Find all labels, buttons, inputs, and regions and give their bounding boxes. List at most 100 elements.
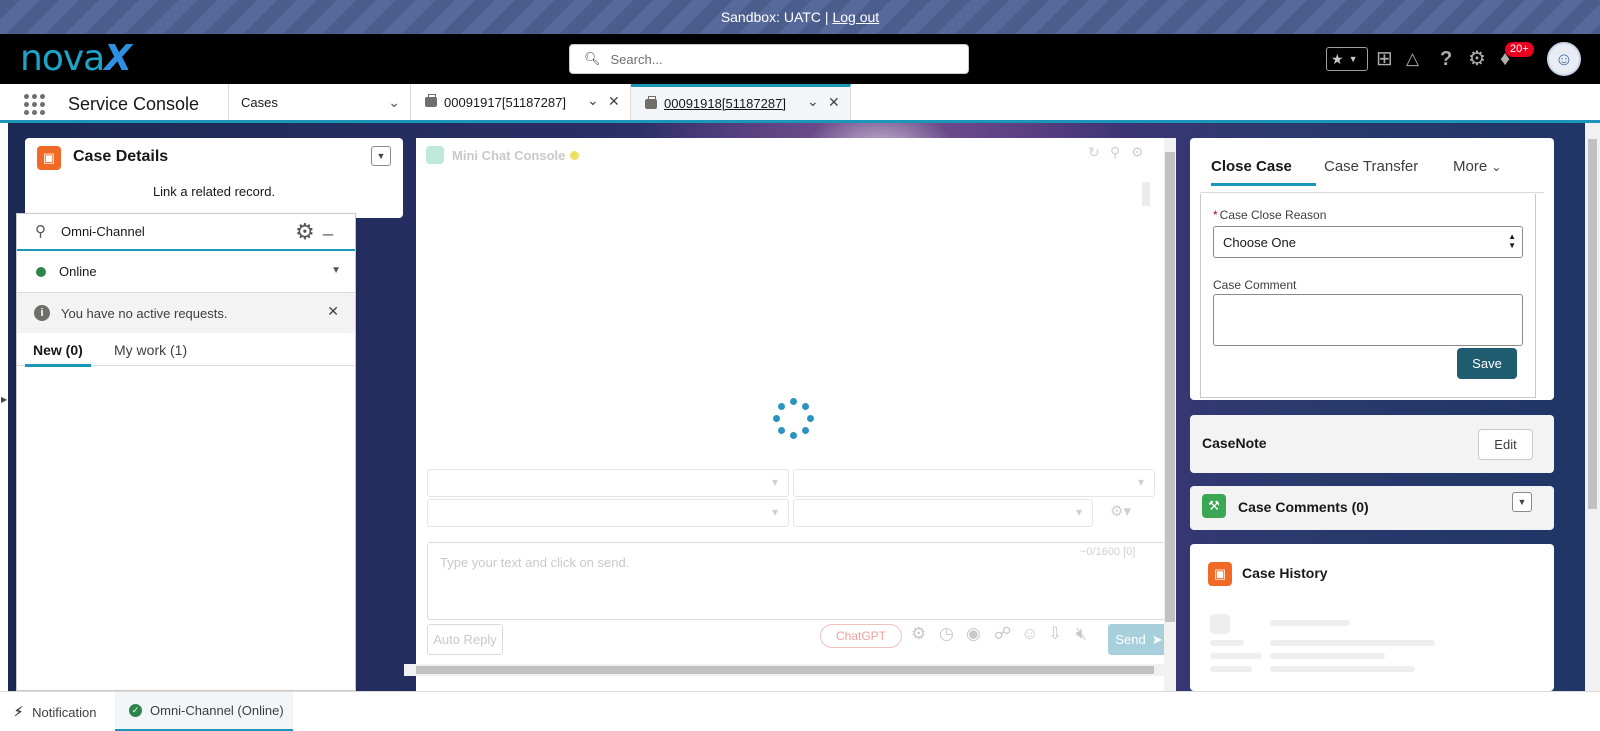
chat-select-3[interactable] — [427, 499, 789, 527]
clock-icon[interactable]: ◷ — [939, 624, 954, 644]
trailhead-icon[interactable]: △ — [1406, 47, 1419, 71]
global-search-input[interactable]: 🔍︎ Search... — [569, 44, 969, 74]
robot-icon[interactable]: ⚙ — [911, 624, 926, 644]
chat-message-input[interactable]: Type your text and click on send. — [427, 542, 1165, 620]
attachment-link-icon[interactable]: ☍ — [994, 624, 1011, 644]
notification-badge: 20+ — [1505, 42, 1534, 57]
case-comments-title[interactable]: Case Comments (0) — [1238, 499, 1369, 515]
search-icon: 🔍︎ — [584, 51, 601, 66]
close-icon[interactable]: ✕ — [608, 93, 620, 110]
chevron-down-icon[interactable]: ⌄ — [807, 93, 819, 110]
send-button[interactable]: Send ➤ — [1108, 624, 1170, 655]
case-comments-card: ⚒ Case Comments (0) ▼ — [1190, 486, 1554, 530]
mini-chat-console: Mini Chat Console ↻ ⚲ ⚙ ⚙▾ Type your tex… — [416, 138, 1176, 691]
online-status-dot — [36, 267, 46, 277]
auto-reply-button[interactable]: Auto Reply — [427, 624, 503, 655]
chat-settings-gear-icon[interactable]: ⚙▾ — [1110, 502, 1131, 520]
tab-label: 00091917[51187287] — [444, 94, 566, 110]
send-label: Send — [1115, 632, 1146, 647]
horizontal-scrollbar[interactable] — [404, 664, 1164, 676]
global-header: novaX 🔍︎ Search... ★ ▼ ⊞ △ ? ⚙ ♦ 20+ ☺ — [0, 34, 1600, 84]
chat-select-1[interactable] — [427, 469, 789, 497]
star-icon: ★ — [1331, 50, 1344, 67]
loading-placeholder — [1270, 640, 1435, 646]
minimize-icon[interactable]: _ — [323, 216, 333, 237]
chat-select-2[interactable] — [793, 469, 1155, 497]
case-details-card: ▣ Case Details ▼ Link a related record. — [25, 138, 403, 218]
chevron-down-icon[interactable]: ▼ — [331, 265, 341, 276]
close-icon[interactable]: ✕ — [828, 94, 840, 111]
object-nav-menu[interactable]: Cases ⌄ — [228, 84, 411, 120]
loading-placeholder — [1270, 620, 1350, 626]
novax-logo[interactable]: novaX — [20, 38, 132, 79]
download-icon[interactable]: ⇩ — [1048, 624, 1062, 644]
sandbox-banner: Sandbox: UATC | Log out — [0, 0, 1600, 34]
chat-select-4[interactable] — [793, 499, 1093, 527]
save-button[interactable]: Save — [1457, 348, 1517, 379]
close-icon[interactable]: ✕ — [327, 303, 339, 320]
app-navigation-bar: Service Console Cases ⌄ 00091917[5118728… — [0, 84, 1600, 123]
case-history-title[interactable]: Case History — [1242, 565, 1328, 581]
loading-placeholder — [1210, 640, 1244, 646]
message-placeholder: Type your text and click on send. — [440, 555, 630, 570]
case-details-title: Case Details — [73, 148, 169, 165]
case-close-reason-label: * Case Close Reason — [1213, 208, 1327, 222]
case-comments-menu-button[interactable]: ▼ — [1512, 492, 1532, 512]
omni-channel-tabs: New (0) My work (1) — [17, 336, 355, 367]
tab-divider — [1200, 192, 1544, 193]
left-panel-handle[interactable]: ▶ — [0, 123, 8, 691]
search-icon[interactable]: ⚲ — [1110, 144, 1120, 161]
utility-omni-channel[interactable]: ✓ Omni-Channel (Online) — [115, 692, 293, 731]
tab-close-case[interactable]: Close Case — [1211, 158, 1316, 186]
case-icon: ▣ — [37, 146, 61, 170]
edit-button[interactable]: Edit — [1478, 429, 1533, 460]
favorites-button[interactable]: ★ ▼ — [1326, 47, 1368, 71]
presence-status-select[interactable]: Online ▼ — [17, 251, 355, 293]
translate-icon[interactable]: ◉ — [966, 624, 981, 644]
wrench-icon: ⚒ — [1202, 494, 1226, 518]
omni-channel-utility-label: Omni-Channel (Online) — [150, 703, 284, 718]
emoji-icon[interactable]: ☺ — [1021, 624, 1038, 644]
help-icon[interactable]: ? — [1440, 47, 1452, 71]
notification-label: Notification — [32, 704, 97, 720]
case-close-reason-select[interactable]: Choose One ▲ ▼ — [1213, 226, 1523, 258]
refresh-icon[interactable]: ↻ — [1088, 144, 1100, 161]
chat-vertical-scrollbar[interactable] — [1164, 138, 1176, 691]
chatgpt-button[interactable]: ChatGPT — [820, 624, 902, 648]
global-actions-icon[interactable]: ⊞ — [1376, 47, 1393, 71]
logout-link[interactable]: Log out — [832, 9, 879, 25]
mute-icon[interactable]: 🔇︎ — [1076, 624, 1087, 644]
status-indicator-icon — [570, 151, 580, 160]
case-icon — [425, 94, 437, 107]
workspace-tab-case-00091918[interactable]: 00091918[51187287] ⌄ ✕ — [631, 84, 851, 120]
omni-channel-title: Omni-Channel — [61, 224, 145, 239]
close-case-form: * Case Close Reason Choose One ▲ ▼ Case Co… — [1200, 194, 1536, 398]
case-note-card: CaseNote Edit — [1190, 415, 1554, 473]
setup-gear-icon[interactable]: ⚙ — [1468, 47, 1486, 71]
app-launcher-icon[interactable] — [24, 94, 46, 115]
logo-x: X — [104, 38, 132, 79]
tab-label: 00091918[51187287] — [664, 96, 786, 111]
tab-new[interactable]: New (0) — [25, 342, 91, 367]
tab-more[interactable]: More ⌄ — [1453, 158, 1501, 175]
chat-scroll-thumb[interactable] — [1142, 182, 1150, 206]
case-note-title: CaseNote — [1202, 435, 1267, 451]
settings-gear-icon[interactable]: ⚙ — [295, 219, 315, 245]
case-details-menu-button[interactable]: ▼ — [371, 146, 391, 166]
loading-placeholder — [1210, 666, 1252, 672]
check-circle-icon: ✓ — [129, 704, 142, 717]
link-related-record[interactable]: Link a related record. — [25, 184, 403, 199]
reason-label-text: Case Close Reason — [1219, 208, 1327, 222]
tab-case-transfer[interactable]: Case Transfer — [1324, 158, 1418, 175]
utility-notification[interactable]: ⚡︎ Notification — [14, 692, 96, 731]
user-avatar[interactable]: ☺ — [1547, 42, 1581, 76]
tab-my-work[interactable]: My work (1) — [108, 342, 193, 358]
settings-gear-icon[interactable]: ⚙ — [1131, 144, 1144, 161]
lightning-icon: ⚡︎ — [14, 704, 24, 719]
page-vertical-scrollbar[interactable] — [1585, 123, 1600, 691]
case-comment-textarea[interactable] — [1213, 294, 1523, 346]
utility-bar: ⚡︎ Notification ✓ Omni-Channel (Online) — [0, 691, 1600, 731]
workspace-tab-case-00091917[interactable]: 00091917[51187287] ⌄ ✕ — [411, 84, 631, 120]
chevron-down-icon[interactable]: ⌄ — [388, 94, 400, 111]
chevron-down-icon[interactable]: ⌄ — [587, 92, 599, 109]
